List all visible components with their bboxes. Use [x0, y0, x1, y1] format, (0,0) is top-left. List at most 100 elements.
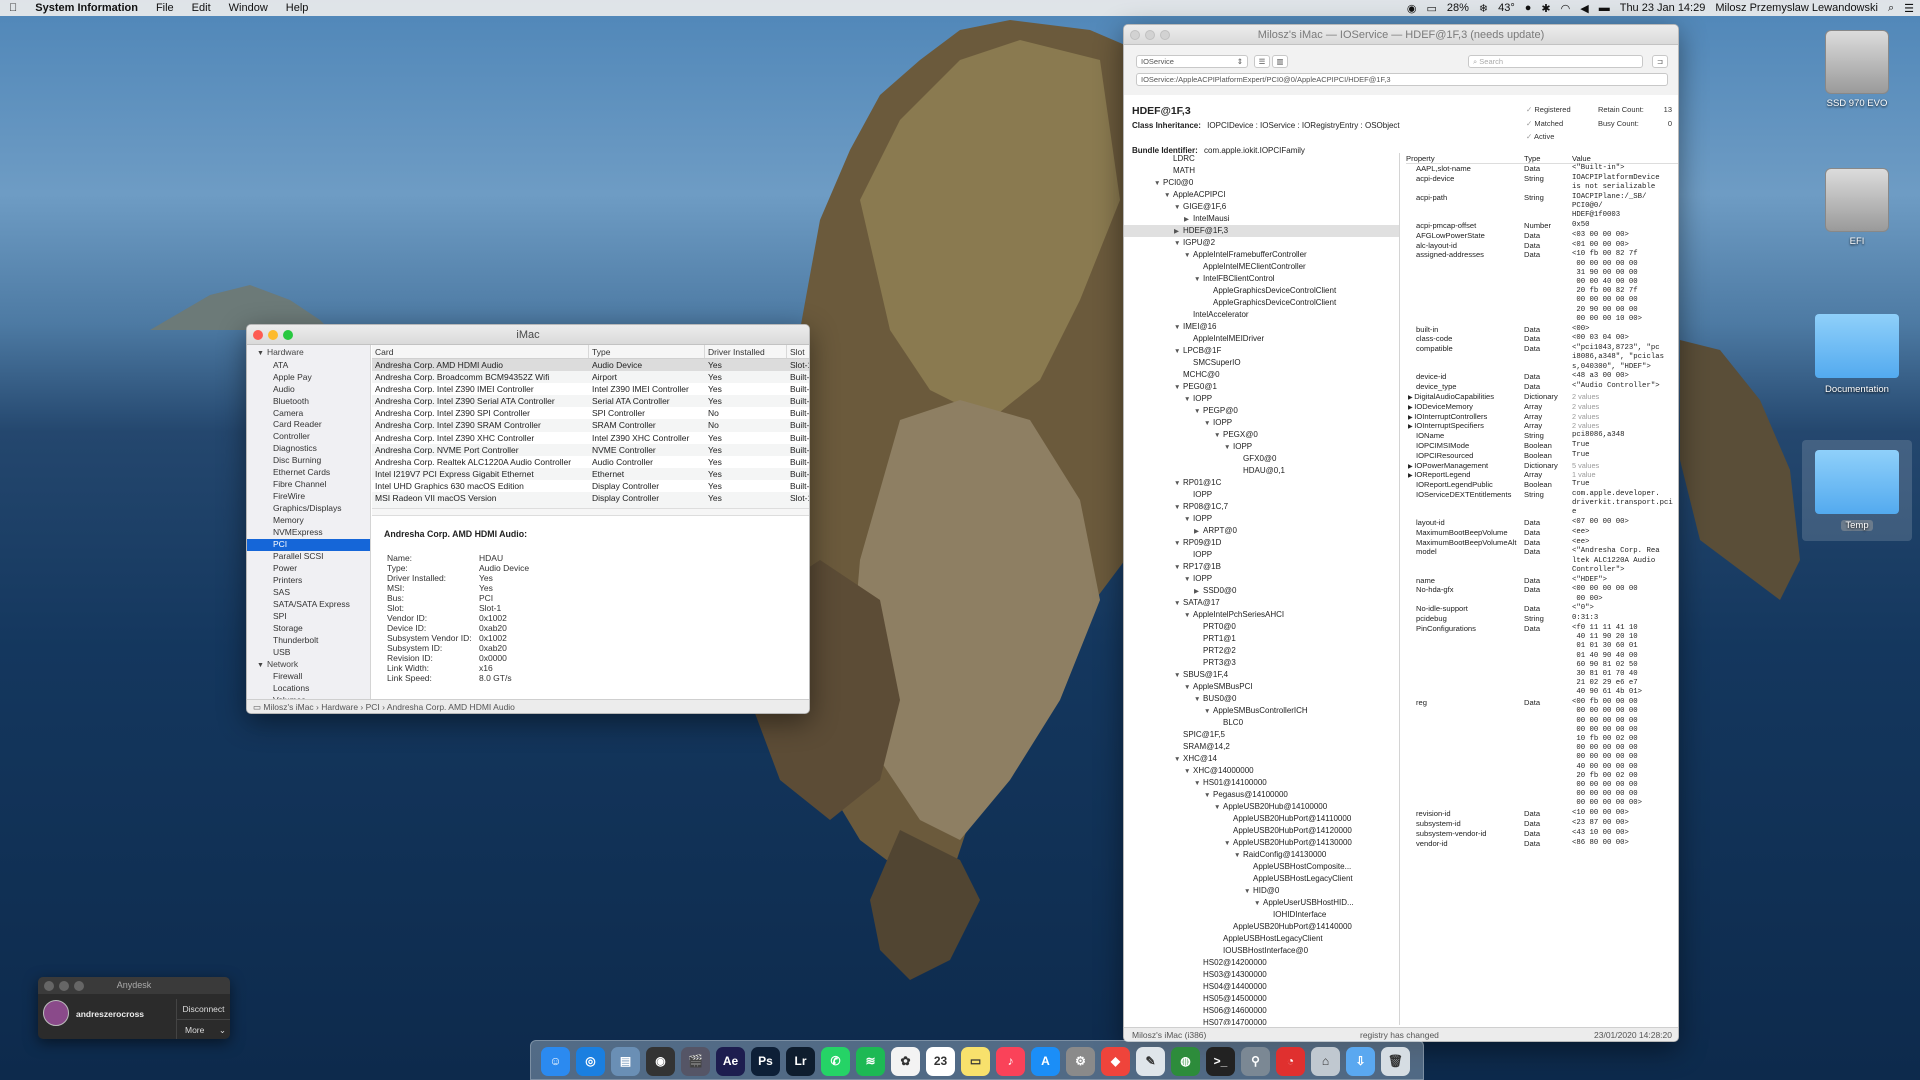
disclosure-triangle-icon[interactable]: ▼ — [1204, 418, 1213, 430]
zoom-button[interactable] — [283, 330, 293, 340]
battery-icon[interactable]: ▭ — [1426, 2, 1436, 15]
path-field[interactable]: IOService:/AppleACPIPlatformExpert/PCI0@… — [1136, 73, 1668, 86]
tree-node[interactable]: ▼ HID@0 — [1124, 885, 1399, 897]
disclosure-triangle-icon[interactable]: ▼ — [1194, 778, 1203, 790]
wifi-icon[interactable]: ◠ — [1561, 2, 1571, 15]
property-row[interactable]: acpi-path String IOACPIPlane:/_SB/ PCI0@0/… — [1406, 193, 1678, 221]
zoom-button[interactable] — [74, 981, 84, 991]
table-row[interactable]: Andresha Corp. AMD HDMI Audio Audio Devic… — [372, 359, 809, 372]
tree-node[interactable]: IOUSBHostInterface@0 — [1124, 945, 1399, 957]
photoshop-icon[interactable]: Ps — [751, 1047, 780, 1076]
tree-node[interactable]: ▼ IntelFBClientControl — [1124, 273, 1399, 285]
disclosure-triangle-icon[interactable]: ▼ — [1224, 442, 1233, 454]
finder-icon[interactable]: ☺ — [541, 1047, 570, 1076]
search-input[interactable]: ⌕ Search — [1468, 55, 1643, 68]
property-row[interactable]: ▶ IOInterruptControllers Array 2 values — [1406, 412, 1678, 422]
column-header-type[interactable]: Type — [589, 345, 705, 358]
disclosure-triangle-icon[interactable]: ▼ — [1174, 502, 1183, 514]
property-row[interactable]: MaximumBootBeepVolume Data <ee> — [1406, 528, 1678, 538]
split-handle[interactable] — [372, 508, 809, 516]
disclosure-triangle-icon[interactable]: ▼ — [1204, 790, 1213, 802]
hardware-io-icon[interactable]: ⌂ — [1311, 1047, 1340, 1076]
disclosure-triangle-icon[interactable]: ▼ — [1184, 250, 1193, 262]
disclosure-triangle-icon[interactable]: ▼ — [1184, 574, 1193, 586]
sidebar-item[interactable]: USB — [247, 647, 370, 659]
window-titlebar[interactable]: Milosz's iMac — IOService — HDEF@1F,3 (n… — [1124, 25, 1678, 45]
tree-node[interactable]: ▼ IOPP — [1124, 393, 1399, 405]
property-row[interactable]: subsystem-id Data <23 87 00 00> — [1406, 819, 1678, 829]
tree-node[interactable]: ▼ RP08@1C,7 — [1124, 501, 1399, 513]
app-store-icon[interactable]: A — [1031, 1047, 1060, 1076]
disclosure-triangle-icon[interactable]: ▼ — [1154, 178, 1163, 190]
tree-node[interactable]: HS05@14500000 — [1124, 993, 1399, 1005]
minimize-button[interactable] — [268, 330, 278, 340]
more-button[interactable]: More ⌄ — [176, 1019, 230, 1039]
disclosure-triangle-icon[interactable]: ▼ — [257, 662, 264, 669]
temperature-icon[interactable]: ❄ — [1479, 2, 1488, 15]
inspector-button[interactable]: ⊐ — [1652, 55, 1668, 68]
table-row[interactable]: Andresha Corp. Intel Z390 Serial ATA Con… — [372, 395, 809, 408]
sidebar-item[interactable]: Ethernet Cards — [247, 467, 370, 479]
tree-node[interactable]: ▼ XHC@14 — [1124, 753, 1399, 765]
sidebar-item[interactable]: SATA/SATA Express — [247, 599, 370, 611]
tree-node[interactable]: ▼ RaidConfig@14130000 — [1124, 849, 1399, 861]
window-titlebar[interactable]: iMac — [247, 325, 809, 345]
desktop-item[interactable]: Temp — [1802, 440, 1912, 541]
property-row[interactable]: revision-id Data <10 00 00 00> — [1406, 809, 1678, 819]
tree-node[interactable]: ▼ AppleUserUSBHostHID... — [1124, 897, 1399, 909]
property-row[interactable]: assigned-addresses Data <10 fb 00 82 7f 00… — [1406, 250, 1678, 324]
disclosure-triangle-icon[interactable]: ▼ — [1224, 838, 1233, 850]
volume-icon[interactable]: ◀ — [1580, 2, 1588, 15]
tree-node[interactable]: ▼ IGPU@2 — [1124, 237, 1399, 249]
tree-node[interactable]: AppleUSBHostLegacyClient — [1124, 933, 1399, 945]
sidebar-item[interactable]: Thunderbolt — [247, 635, 370, 647]
after-effects-icon[interactable]: Ae — [716, 1047, 745, 1076]
minimize-button[interactable] — [59, 981, 69, 991]
status-icon[interactable]: ◉ — [1407, 2, 1417, 15]
sidebar-item[interactable]: SPI — [247, 611, 370, 623]
disclosure-triangle-icon[interactable]: ▼ — [1214, 430, 1223, 442]
control-center-icon[interactable]: ☰ — [1904, 2, 1914, 15]
tree-node[interactable]: IOHIDInterface — [1124, 909, 1399, 921]
tree-node[interactable]: BLC0 — [1124, 717, 1399, 729]
whatsapp-icon[interactable]: ✆ — [821, 1047, 850, 1076]
menu-help[interactable]: Help — [277, 2, 318, 14]
window-titlebar[interactable]: Anydesk — [38, 977, 230, 994]
sidebar-item[interactable]: Diagnostics — [247, 443, 370, 455]
property-row[interactable]: No-idle-support Data <"0"> — [1406, 604, 1678, 614]
photos-icon[interactable]: ✿ — [891, 1047, 920, 1076]
disclosure-triangle-icon[interactable]: ▼ — [1254, 898, 1263, 910]
bluetooth-icon[interactable]: ✱ — [1541, 2, 1550, 15]
menu-window[interactable]: Window — [220, 2, 277, 14]
tree-node[interactable]: AppleUSB20HubPort@14120000 — [1124, 825, 1399, 837]
tree-node[interactable]: HS03@14300000 — [1124, 969, 1399, 981]
sidebar-item[interactable]: Audio — [247, 384, 370, 396]
column-header-property[interactable]: Property — [1406, 153, 1524, 163]
tree-node[interactable]: ▶ ARPT@0 — [1124, 525, 1399, 537]
system-prefs-icon[interactable]: ⚙ — [1066, 1047, 1095, 1076]
property-row[interactable]: device-id Data <48 a3 00 00> — [1406, 372, 1678, 382]
apple-icon[interactable]:  — [0, 2, 26, 14]
table-row[interactable]: Intel UHD Graphics 630 macOS Edition Disp… — [372, 480, 809, 492]
disclosure-triangle-icon[interactable]: ▼ — [1174, 238, 1183, 250]
sidebar-item[interactable]: NVMExpress — [247, 527, 370, 539]
menu-edit[interactable]: Edit — [183, 2, 220, 14]
tree-node[interactable]: PRT1@1 — [1124, 633, 1399, 645]
tree-node[interactable]: IntelAccelerator — [1124, 309, 1399, 321]
preview-icon[interactable]: ▤ — [611, 1047, 640, 1076]
tree-node[interactable]: ▼ RP09@1D — [1124, 537, 1399, 549]
tree-node[interactable]: HS02@14200000 — [1124, 957, 1399, 969]
property-row[interactable]: No-hda-gfx Data <00 00 00 00 00 00 00> — [1406, 585, 1678, 604]
disclosure-triangle-icon[interactable]: ▼ — [1174, 478, 1183, 490]
column-view-button[interactable]: ▥ — [1272, 55, 1288, 68]
tree-node[interactable]: IOPP — [1124, 489, 1399, 501]
property-row[interactable]: IOPCIResourced Boolean True — [1406, 451, 1678, 461]
property-row[interactable]: AFGLowPowerState Data <03 00 00 00> — [1406, 231, 1678, 241]
tree-node[interactable]: ▼ HS01@14100000 — [1124, 777, 1399, 789]
disclosure-triangle-icon[interactable]: ▼ — [1174, 322, 1183, 334]
calendar-icon[interactable]: 23 — [926, 1047, 955, 1076]
column-header-type[interactable]: Type — [1524, 153, 1572, 163]
tree-node[interactable]: ▼ PEGP@0 — [1124, 405, 1399, 417]
sidebar-item[interactable]: Storage — [247, 623, 370, 635]
desktop-item[interactable]: Documentation — [1802, 314, 1912, 395]
